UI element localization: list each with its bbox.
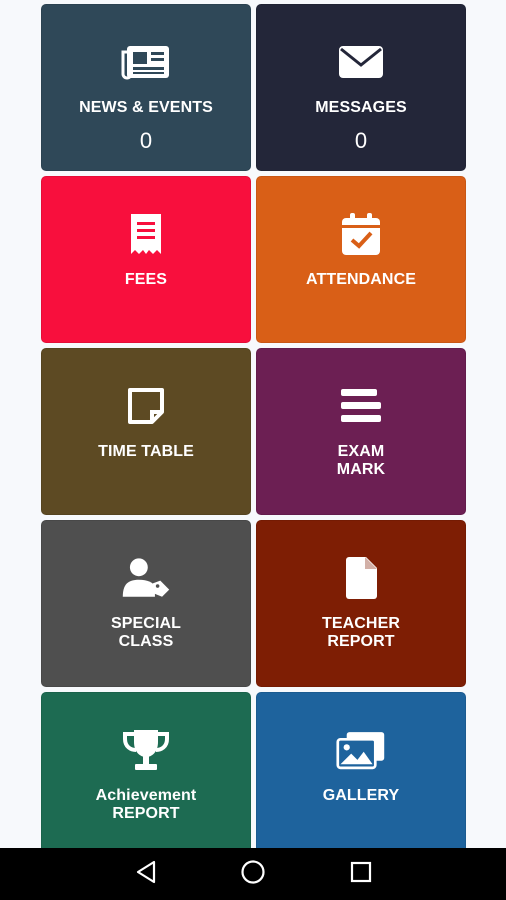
tile-label: NEWS & EVENTS bbox=[79, 99, 213, 116]
recents-button[interactable] bbox=[344, 858, 378, 890]
images-icon bbox=[336, 729, 386, 771]
calendar-check-icon bbox=[336, 213, 386, 255]
fees-tile[interactable]: FEES bbox=[41, 176, 251, 343]
teacher-report-tile[interactable]: TEACHER REPORT bbox=[256, 520, 466, 687]
tile-label: SPECIAL CLASS bbox=[110, 615, 182, 650]
home-button[interactable] bbox=[236, 858, 270, 890]
exam-mark-tile[interactable]: EXAM MARK bbox=[256, 348, 466, 515]
list-bars-icon bbox=[336, 385, 386, 427]
achievement-report-tile[interactable]: Achievement REPORT bbox=[41, 692, 251, 848]
document-icon bbox=[336, 557, 386, 599]
home-circle-icon bbox=[240, 859, 266, 890]
gallery-tile[interactable]: GALLERY bbox=[256, 692, 466, 848]
envelope-icon bbox=[336, 41, 386, 83]
tile-count: 0 bbox=[354, 128, 368, 153]
dashboard-grid: NEWS & EVENTS 0 MESSAGES 0 FEES ATTENDAN… bbox=[41, 4, 466, 848]
newspaper-icon bbox=[121, 41, 171, 83]
news-events-tile[interactable]: NEWS & EVENTS 0 bbox=[41, 4, 251, 171]
receipt-icon bbox=[121, 213, 171, 255]
tile-label: Achievement REPORT bbox=[95, 787, 197, 822]
tile-count: 0 bbox=[139, 128, 153, 153]
tile-label: ATTENDANCE bbox=[305, 271, 417, 288]
back-triangle-icon bbox=[135, 860, 157, 889]
time-table-tile[interactable]: TIME TABLE bbox=[41, 348, 251, 515]
tile-label: GALLERY bbox=[322, 787, 400, 804]
tile-label: MESSAGES bbox=[315, 99, 407, 116]
messages-tile[interactable]: MESSAGES 0 bbox=[256, 4, 466, 171]
attendance-tile[interactable]: ATTENDANCE bbox=[256, 176, 466, 343]
tile-label: EXAM MARK bbox=[336, 443, 386, 478]
user-tag-icon bbox=[121, 557, 171, 599]
tile-label: TEACHER REPORT bbox=[321, 615, 401, 650]
recents-square-icon bbox=[350, 861, 372, 888]
back-button[interactable] bbox=[129, 858, 163, 890]
system-navigation-bar bbox=[0, 848, 506, 900]
tile-label: TIME TABLE bbox=[98, 443, 194, 460]
tile-label: FEES bbox=[124, 271, 168, 288]
trophy-icon bbox=[121, 729, 171, 771]
special-class-tile[interactable]: SPECIAL CLASS bbox=[41, 520, 251, 687]
sticky-note-icon bbox=[121, 385, 171, 427]
